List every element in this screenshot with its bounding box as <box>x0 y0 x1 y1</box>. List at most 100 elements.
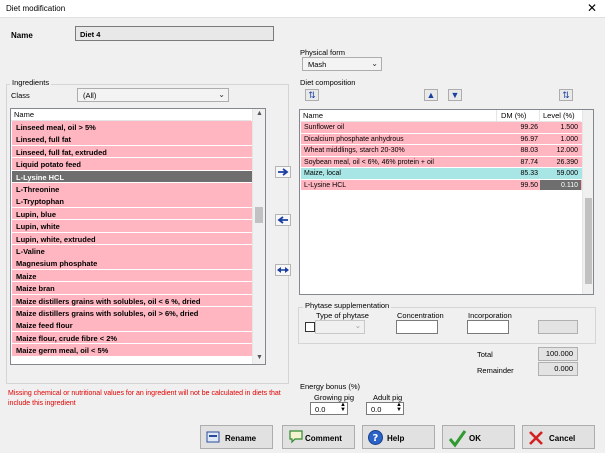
ingredient-name: Maize germ meal, oil < 5% <box>16 346 109 356</box>
ingredient-row[interactable]: Linseed, full fat, extruded <box>12 145 252 159</box>
physical-form-select[interactable]: Mash ⌄ <box>302 57 382 71</box>
ingredients-header: Name <box>11 109 251 121</box>
ingredient-row[interactable]: Maize distillers grains with solubles, o… <box>12 294 252 308</box>
ingredient-row[interactable]: Lupin, white <box>12 220 252 233</box>
scroll-down-icon[interactable]: ▼ <box>256 354 263 361</box>
ingredient-name: Linseed, full fat <box>16 135 72 145</box>
ingredient-row[interactable]: Lupin, white, extruded <box>12 232 252 246</box>
composition-scrollbar[interactable] <box>582 110 593 294</box>
help-label: Help <box>387 434 405 443</box>
class-label: Class <box>11 91 30 100</box>
ingredient-row[interactable]: Maize feed flour <box>12 319 252 332</box>
composition-cell-level: 1.500 <box>560 124 578 131</box>
ingredient-row[interactable]: Lupin, blue <box>12 207 252 221</box>
composition-row[interactable]: Soybean meal, oil < 6%, 46% protein + oi… <box>301 156 582 168</box>
ingredients-col-name: Name <box>14 110 35 119</box>
composition-cell-name: L-Lysine HCL <box>304 181 347 189</box>
scroll-thumb[interactable] <box>255 207 263 223</box>
comment-icon <box>289 430 303 444</box>
total-value: 100.000 <box>538 347 578 361</box>
composition-row[interactable]: Dicalcium phosphate anhydrous 96.97 1.000 <box>301 133 582 145</box>
growing-pig-label: Growing pig <box>314 393 355 402</box>
ingredients-list[interactable]: Name Linseed meal, oil > 5% Linseed, full… <box>10 108 266 365</box>
spinner-icon[interactable]: ▲ ▼ <box>396 402 402 413</box>
ingredient-row[interactable]: Liquid potato feed <box>12 158 252 171</box>
phytase-group-label: Phytase supplementation <box>303 301 392 310</box>
sort-icon: ⇅ <box>562 90 570 100</box>
composition-cell-level: 12.000 <box>556 147 578 154</box>
ingredients-scrollbar[interactable]: ▲ ▼ <box>252 109 265 364</box>
adult-pig-field[interactable]: 0.0 ▲ ▼ <box>366 402 404 415</box>
sort-button[interactable]: ⇅ <box>305 89 319 101</box>
rename-button[interactable]: Rename <box>200 425 273 449</box>
ingredient-name: Magnesium phosphate <box>16 259 98 269</box>
composition-cell-level: 59.000 <box>556 170 578 177</box>
ingredient-row[interactable]: Magnesium phosphate <box>12 257 252 270</box>
ingredient-row[interactable]: Linseed meal, oil > 5% <box>12 121 252 134</box>
class-value: (All) <box>83 91 97 100</box>
growing-pig-value: 0.0 <box>315 405 326 414</box>
incorporation-label: Incorporation <box>468 311 512 320</box>
cancel-button[interactable]: Cancel <box>522 425 595 449</box>
ingredient-row[interactable]: Maize distillers grains with solubles, o… <box>12 307 252 320</box>
ingredient-row[interactable]: Maize germ meal, oil < 5% <box>12 344 252 357</box>
col-divider <box>539 110 540 122</box>
ingredient-row[interactable]: L-Lysine HCL <box>12 170 252 184</box>
ingredient-row[interactable]: L-Tryptophan <box>12 195 252 208</box>
composition-row[interactable]: L-Lysine HCL 99.50 0.110 <box>301 179 582 191</box>
ingredient-name: Maize feed flour <box>16 321 73 331</box>
close-icon[interactable]: ✕ <box>587 1 597 15</box>
remove-from-diet-button[interactable] <box>275 214 291 226</box>
composition-cell-dm: 87.74 <box>520 158 538 166</box>
add-to-diet-button[interactable] <box>275 166 291 178</box>
name-value: Diet 4 <box>80 30 101 39</box>
sort-level-button[interactable]: ⇅ <box>559 89 573 101</box>
physical-form-label: Physical form <box>300 48 346 57</box>
ingredient-name: Liquid potato feed <box>16 160 81 170</box>
comment-button[interactable]: Comment <box>282 425 355 449</box>
phytase-result <box>538 320 578 334</box>
arrow-swap-icon <box>277 267 289 273</box>
diet-composition-table[interactable]: Name DM (%) Level (%) Sunflower oil 99.26… <box>299 109 594 295</box>
ingredient-row[interactable]: L-Valine <box>12 245 252 258</box>
scroll-thumb[interactable] <box>585 198 592 284</box>
total-label: Total <box>477 350 493 359</box>
phytase-checkbox[interactable] <box>305 322 315 332</box>
adult-pig-value: 0.0 <box>371 405 382 414</box>
physical-form-value: Mash <box>308 60 327 69</box>
incorporation-field[interactable] <box>467 320 509 334</box>
scroll-up-icon[interactable]: ▲ <box>256 110 263 117</box>
concentration-field[interactable] <box>396 320 438 334</box>
growing-pig-field[interactable]: 0.0 ▲ ▼ <box>310 402 348 415</box>
composition-row[interactable]: Sunflower oil 99.26 1.500 <box>301 122 582 134</box>
ingredient-row[interactable]: Maize <box>12 269 252 283</box>
composition-row[interactable]: Wheat middlings, starch 20-30% 88.03 12.00… <box>301 145 582 157</box>
ingredient-row[interactable]: Maize flour, crude fibre < 2% <box>12 331 252 345</box>
composition-row[interactable]: Maize, local 85.33 59.000 <box>301 168 582 180</box>
spinner-icon[interactable]: ▲ ▼ <box>340 402 346 413</box>
rename-label: Rename <box>225 434 257 443</box>
chevron-down-icon: ⌄ <box>218 90 225 99</box>
ingredient-name: L-Valine <box>16 247 45 256</box>
name-label: Name <box>11 31 33 40</box>
composition-cell-dm: 85.33 <box>520 170 538 177</box>
ingredient-name: Maize <box>16 271 37 281</box>
composition-cell-dm: 88.03 <box>520 147 538 154</box>
ingredient-name: L-Threonine <box>16 185 60 194</box>
ok-button[interactable]: OK <box>442 425 515 449</box>
move-down-button[interactable]: ▼ <box>448 89 462 101</box>
composition-cell-dm: 96.97 <box>520 135 538 143</box>
chevron-down-icon: ⌄ <box>354 321 361 330</box>
composition-cell-dm: 99.50 <box>520 181 538 189</box>
svg-text:?: ? <box>373 433 379 444</box>
ingredient-name: Maize distillers grains with solubles, o… <box>16 309 199 318</box>
phytase-type-select[interactable]: ⌄ <box>315 320 365 334</box>
ingredient-row[interactable]: L-Threonine <box>12 183 252 196</box>
ingredient-row[interactable]: Linseed, full fat <box>12 133 252 146</box>
class-select[interactable]: (All) ⌄ <box>77 88 229 102</box>
name-field[interactable]: Diet 4 <box>75 26 274 41</box>
help-button[interactable]: ? Help <box>362 425 435 449</box>
replace-button[interactable] <box>275 264 291 276</box>
move-up-button[interactable]: ▲ <box>424 89 438 101</box>
ingredient-row[interactable]: Maize bran <box>12 282 252 295</box>
